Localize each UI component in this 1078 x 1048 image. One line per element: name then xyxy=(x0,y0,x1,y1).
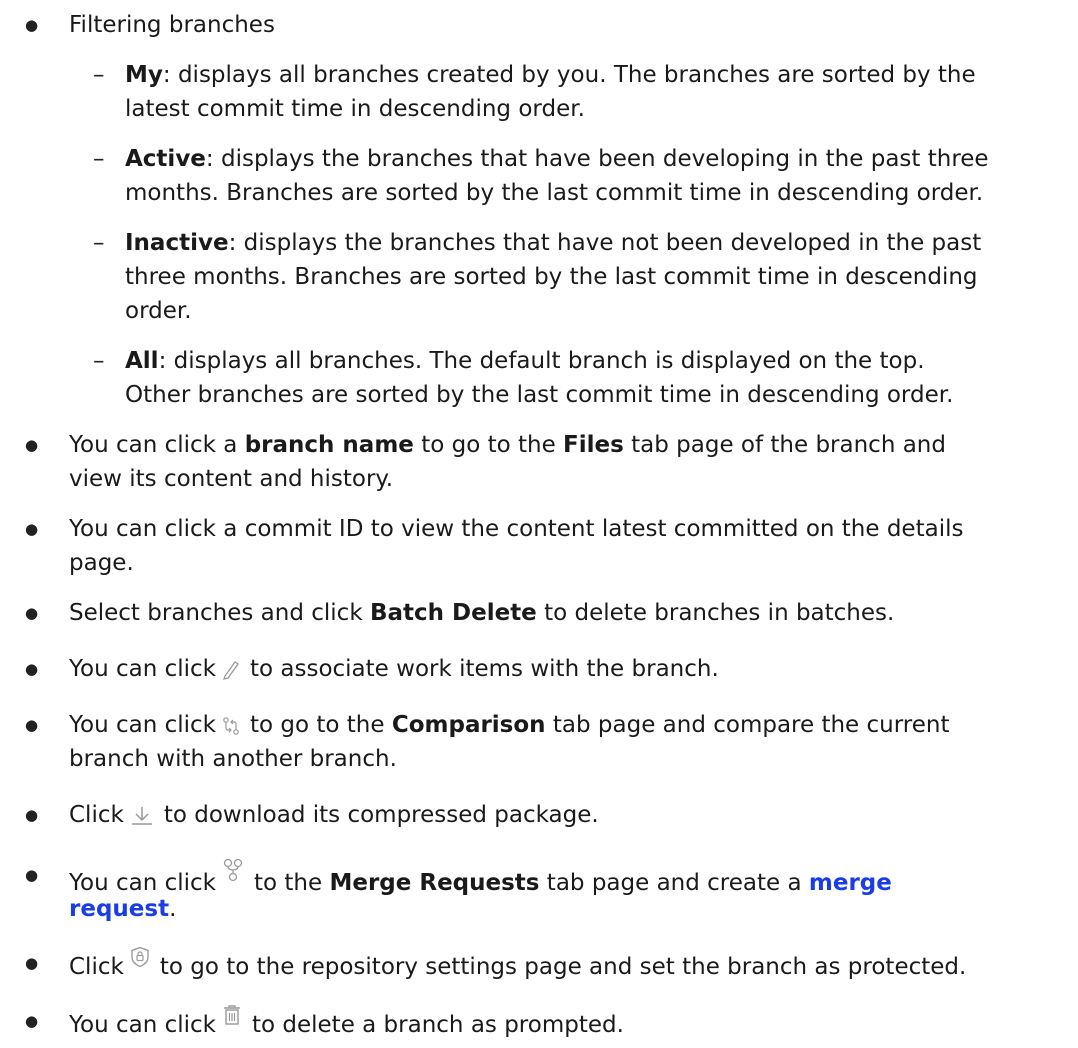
bullet: ● xyxy=(25,806,39,824)
dash: – xyxy=(93,146,105,172)
bullet: ● xyxy=(25,716,39,734)
text-line: : displays the branches that have not be… xyxy=(228,230,982,256)
text-part: You can click xyxy=(69,656,216,682)
text-part: . xyxy=(169,896,177,922)
bullet: ● xyxy=(25,16,39,34)
merge-request-link[interactable]: merge xyxy=(809,870,892,896)
text-part: to go to the repository settings page an… xyxy=(159,954,967,980)
merge-request-icon xyxy=(222,858,244,882)
text-line: view its content and history. xyxy=(69,466,394,492)
text-part: to download its compressed package. xyxy=(163,802,599,828)
text-part: to the xyxy=(253,870,330,896)
text-line: : displays all branches. The default bra… xyxy=(158,348,925,374)
text-part: Select branches and click xyxy=(69,600,370,626)
text-line: latest commit time in descending order. xyxy=(125,96,585,122)
item-text: Filtering branches xyxy=(69,12,275,38)
bullet: ● xyxy=(25,954,39,972)
bullet: ● xyxy=(25,1012,39,1030)
term-merge-requests: Merge Requests xyxy=(329,870,540,896)
text-part: to go to the xyxy=(249,712,392,738)
term-branch-name: branch name xyxy=(244,432,414,458)
text-line: Other branches are sorted by the last co… xyxy=(125,382,954,408)
shield-icon xyxy=(130,946,150,968)
document-page: { "bullets": { "dot": "●", "dash": "–" }… xyxy=(0,0,1078,1048)
text-line: order. xyxy=(125,298,192,324)
download-icon xyxy=(130,805,154,827)
text-line: : displays the branches that have been d… xyxy=(205,146,989,172)
bullet: ● xyxy=(25,520,39,538)
text-part: Click xyxy=(69,954,124,980)
bullet: ● xyxy=(25,660,39,678)
edit-pencil-icon xyxy=(222,659,240,681)
text-line: months. Branches are sorted by the last … xyxy=(125,180,984,206)
term-my: My xyxy=(125,62,163,88)
term-files: Files xyxy=(563,432,624,458)
text-part: tab page and create a xyxy=(539,870,809,896)
trash-icon xyxy=(222,1004,242,1026)
term-batch-delete: Batch Delete xyxy=(369,600,537,626)
merge-request-link-cont[interactable]: request xyxy=(69,896,169,922)
text-line: three months. Branches are sorted by the… xyxy=(125,264,978,290)
text-part: tab page of the branch and xyxy=(623,432,946,458)
text-part: to delete branches in batches. xyxy=(536,600,895,626)
text-part: to delete a branch as prompted. xyxy=(251,1012,624,1038)
text-line: branch with another branch. xyxy=(69,746,397,772)
text-part: tab page and compare the current xyxy=(545,712,950,738)
text-line: : displays all branches created by you. … xyxy=(162,62,976,88)
dash: – xyxy=(93,230,105,256)
text-part: You can click xyxy=(69,1012,216,1038)
text-part: You can click xyxy=(69,712,216,738)
text-part: Click xyxy=(69,802,124,828)
dash: – xyxy=(93,348,105,374)
compare-icon xyxy=(222,715,240,737)
text-part: You can click a xyxy=(69,432,245,458)
text-line: page. xyxy=(69,550,134,576)
dash: – xyxy=(93,62,105,88)
term-all: All xyxy=(125,348,159,374)
bullet: ● xyxy=(25,436,39,454)
text-part: to associate work items with the branch. xyxy=(249,656,719,682)
bullet: ● xyxy=(25,604,39,622)
bullet: ● xyxy=(25,866,39,884)
text-part: to go to the xyxy=(413,432,564,458)
text-line: You can click a commit ID to view the co… xyxy=(69,516,964,542)
term-active: Active xyxy=(125,146,206,172)
term-comparison: Comparison xyxy=(391,712,546,738)
term-inactive: Inactive xyxy=(125,230,229,256)
